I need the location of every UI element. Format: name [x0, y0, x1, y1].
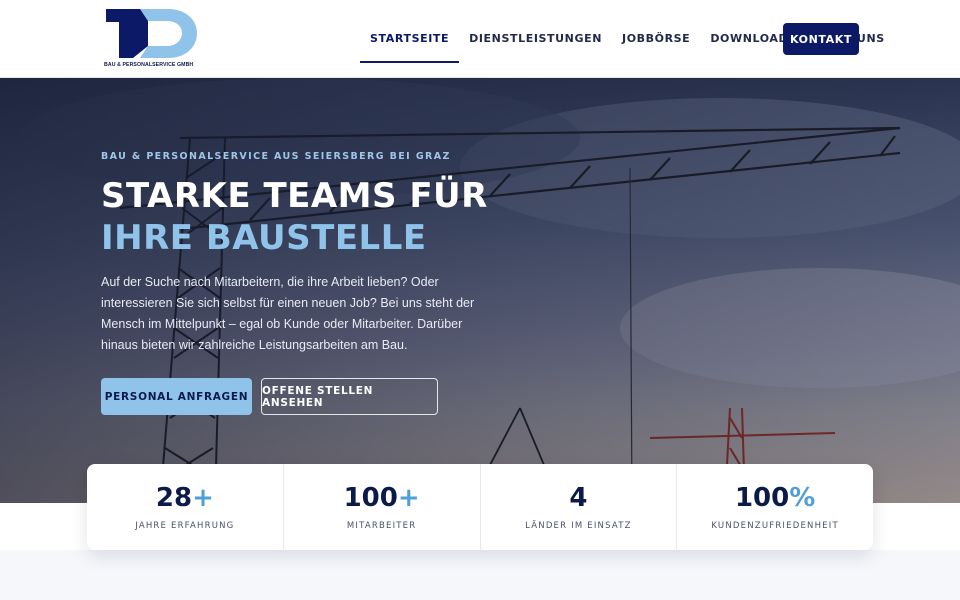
personal-anfragen-button[interactable]: PERSONAL ANFRAGEN	[101, 378, 252, 415]
nav-item-jobboerse[interactable]: JOBBÖRSE	[612, 22, 700, 56]
stat-value: 100+	[343, 483, 420, 513]
td-logo-icon	[106, 9, 197, 58]
stats-card: 28+ JAHRE ERFAHRUNG 100+ MITARBEITER 4 L…	[87, 464, 873, 550]
stat-employees: 100+ MITARBEITER	[284, 464, 481, 550]
stat-value: 100%	[734, 483, 816, 513]
stat-label: KUNDENZUFRIEDENHEIT	[711, 521, 839, 531]
site-header: BAU & PERSONALSERVICE GMBH STARTSEITE DI…	[0, 0, 960, 78]
kontakt-button[interactable]: KONTAKT	[783, 23, 859, 55]
stat-experience: 28+ JAHRE ERFAHRUNG	[87, 464, 284, 550]
hero-eyebrow: BAU & PERSONALSERVICE AUS SEIERSBERG BEI…	[101, 151, 451, 162]
nav-item-dienstleistungen[interactable]: DIENSTLEISTUNGEN	[459, 22, 612, 56]
nav-item-startseite[interactable]: STARTSEITE	[360, 22, 460, 63]
stat-value: 28+	[155, 483, 214, 513]
stat-countries: 4 LÄNDER IM EINSATZ	[481, 464, 678, 550]
stat-value: 4	[569, 483, 588, 513]
headline-main: STARKE TEAMS FÜR	[101, 176, 488, 216]
stat-label: JAHRE ERFAHRUNG	[135, 521, 235, 531]
stat-label: MITARBEITER	[346, 521, 417, 531]
hero-headline: STARKE TEAMS FÜR IHRE BAUSTELLE	[101, 175, 521, 259]
logo-subtitle: BAU & PERSONALSERVICE GMBH	[104, 62, 194, 68]
company-logo[interactable]: BAU & PERSONALSERVICE GMBH	[104, 6, 200, 72]
hero-intro-text: Auf der Suche nach Mitarbeitern, die ihr…	[101, 275, 475, 352]
offene-stellen-button[interactable]: OFFENE STELLEN ANSEHEN	[261, 378, 438, 415]
stat-label: LÄNDER IM EINSATZ	[525, 521, 632, 531]
headline-accent: IHRE BAUSTELLE	[101, 218, 427, 258]
stat-satisfaction: 100% KUNDENZUFRIEDENHEIT	[677, 464, 873, 550]
